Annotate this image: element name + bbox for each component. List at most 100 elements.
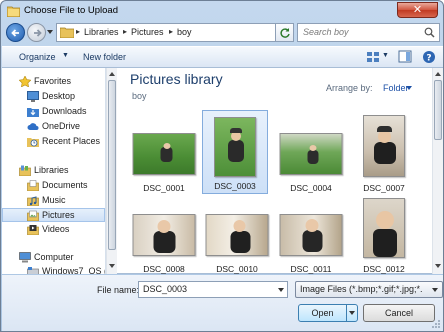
organize-button[interactable]: Organize [19, 52, 56, 62]
file-list-pane[interactable]: Pictures library boy Arrange by: Folder … [118, 68, 443, 274]
resize-grip-icon[interactable] [431, 319, 441, 329]
file-list-scrollbar[interactable] [432, 68, 443, 274]
file-name-chevron-icon[interactable] [278, 288, 284, 293]
refresh-icon [280, 28, 290, 38]
arrange-by-label: Arrange by: [326, 83, 373, 93]
file-name-label: DSC_0011 [290, 264, 332, 274]
breadcrumb-boy[interactable]: boy [177, 27, 192, 37]
file-thumbnail[interactable]: DSC_0010 [204, 197, 270, 274]
sidebar-item-recent-places[interactable]: Recent Places [2, 135, 105, 149]
title-bar[interactable]: Choose File to Upload ✕ [1, 1, 443, 21]
file-name-label: File name: [97, 285, 140, 295]
file-thumbnail[interactable]: DSC_0012 [351, 197, 417, 274]
svg-text:?: ? [426, 54, 431, 64]
arrange-chevron-icon[interactable] [406, 86, 412, 91]
search-box[interactable]: Search boy [297, 23, 440, 42]
file-name-label: DSC_0004 [290, 183, 332, 193]
scrollbar-thumb[interactable] [108, 80, 116, 250]
filter-chevron-icon[interactable] [432, 288, 438, 293]
sidebar-item-pictures[interactable]: Pictures [2, 208, 105, 222]
documents-icon [27, 180, 39, 191]
sidebar-item-documents[interactable]: Documents [2, 179, 105, 193]
desktop-icon [27, 91, 39, 102]
sidebar-item-libraries[interactable]: Libraries [2, 164, 105, 178]
content-area: Favorites Desktop Downloads OneDrive Rec… [2, 68, 443, 274]
downloads-icon [27, 108, 39, 117]
file-name-field[interactable]: DSC_0003 [138, 281, 288, 298]
photo-thumbnail [214, 117, 256, 177]
file-thumbnail[interactable]: DSC_0011 [278, 197, 344, 274]
scroll-down-icon[interactable] [109, 264, 115, 269]
recent-pages-chevron-icon[interactable] [47, 30, 53, 35]
open-chevron-icon [349, 311, 355, 315]
scroll-up-icon[interactable] [435, 71, 441, 76]
sidebar-item-drive-c[interactable]: Windows7_OS (C [2, 265, 105, 274]
preview-pane-icon[interactable] [398, 50, 413, 64]
view-chevron-icon[interactable]: ▼ [382, 52, 389, 59]
open-button[interactable]: Open [298, 304, 347, 322]
cloud-icon [27, 123, 39, 130]
dialog-footer: File name: DSC_0003 Image Files (*.bmp;*… [2, 275, 443, 331]
address-bar[interactable]: ▸ Libraries ▸ Pictures ▸ boy [56, 23, 284, 42]
sidebar-item-onedrive[interactable]: OneDrive [2, 120, 105, 134]
file-thumbnail[interactable]: DSC_0008 [131, 197, 197, 274]
view-options-icon[interactable] [366, 50, 381, 64]
file-type-filter[interactable]: Image Files (*.bmp;*.gif;*.jpg;*. [295, 281, 443, 298]
computer-icon [19, 252, 31, 263]
search-input[interactable]: Search boy [303, 27, 349, 37]
refresh-button[interactable] [275, 23, 294, 42]
libraries-folder-icon [60, 27, 74, 38]
open-options-button[interactable] [346, 304, 358, 322]
file-name-label: DSC_0012 [363, 264, 405, 274]
sidebar-item-music[interactable]: Music [2, 194, 105, 208]
file-name-label: DSC_0003 [214, 181, 256, 191]
close-button[interactable]: ✕ [397, 2, 438, 18]
sidebar-item-videos[interactable]: Videos [2, 223, 105, 237]
file-thumbnail[interactable]: DSC_0001 [131, 112, 197, 196]
photo-thumbnail [363, 198, 405, 258]
scroll-up-icon[interactable] [109, 71, 115, 76]
file-upload-dialog: Choose File to Upload ✕ ▸ Libraries ▸ Pi… [0, 0, 444, 332]
file-name-label: DSC_0010 [216, 264, 258, 274]
breadcrumb-separator-icon[interactable]: ▸ [169, 27, 173, 36]
breadcrumb-separator-icon[interactable]: ▸ [76, 27, 80, 36]
sidebar-item-downloads[interactable]: Downloads [2, 105, 105, 119]
arrange-by-dropdown[interactable]: Folder [383, 83, 409, 93]
command-toolbar: Organize ▼ New folder ▼ ? [2, 46, 443, 68]
photo-thumbnail [279, 133, 343, 175]
window-title: Choose File to Upload [24, 5, 118, 16]
navigation-bar: ▸ Libraries ▸ Pictures ▸ boy Search boy [1, 21, 443, 45]
file-type-value: Image Files (*.bmp;*.gif;*.jpg;*. [300, 284, 423, 294]
file-thumbnail[interactable]: DSC_0003 [202, 110, 268, 194]
libraries-icon [19, 165, 31, 176]
navigation-pane-scrollbar[interactable] [106, 68, 117, 274]
sidebar-item-computer[interactable]: Computer [2, 251, 105, 265]
breadcrumb-separator-icon[interactable]: ▸ [123, 27, 127, 36]
sidebar-item-desktop[interactable]: Desktop [2, 90, 105, 104]
file-thumbnail[interactable]: DSC_0004 [278, 112, 344, 196]
cancel-button[interactable]: Cancel [363, 304, 435, 322]
back-arrow-icon [11, 29, 19, 37]
file-name-label: DSC_0007 [363, 183, 405, 193]
sidebar-item-favorites[interactable]: Favorites [2, 75, 105, 89]
scroll-down-icon[interactable] [435, 264, 441, 269]
search-icon[interactable] [424, 27, 435, 38]
recent-places-icon [27, 138, 39, 147]
breadcrumb-pictures[interactable]: Pictures [131, 27, 164, 37]
library-subtitle: boy [132, 91, 147, 101]
help-icon[interactable]: ? [422, 50, 437, 64]
back-button[interactable] [6, 23, 25, 42]
breadcrumb-libraries[interactable]: Libraries [84, 27, 119, 37]
folder-icon [7, 6, 20, 17]
library-title: Pictures library [130, 71, 223, 87]
pictures-icon [27, 210, 39, 221]
organize-chevron-icon[interactable]: ▼ [62, 52, 69, 59]
file-name-value[interactable]: DSC_0003 [143, 284, 187, 294]
new-folder-button[interactable]: New folder [83, 52, 126, 62]
navigation-pane[interactable]: Favorites Desktop Downloads OneDrive Rec… [2, 68, 106, 274]
photo-thumbnail [132, 214, 196, 256]
file-thumbnail[interactable]: DSC_0007 [351, 112, 417, 196]
forward-button[interactable] [27, 23, 46, 42]
scrollbar-thumb[interactable] [434, 80, 442, 140]
file-name-label: DSC_0008 [143, 264, 185, 274]
